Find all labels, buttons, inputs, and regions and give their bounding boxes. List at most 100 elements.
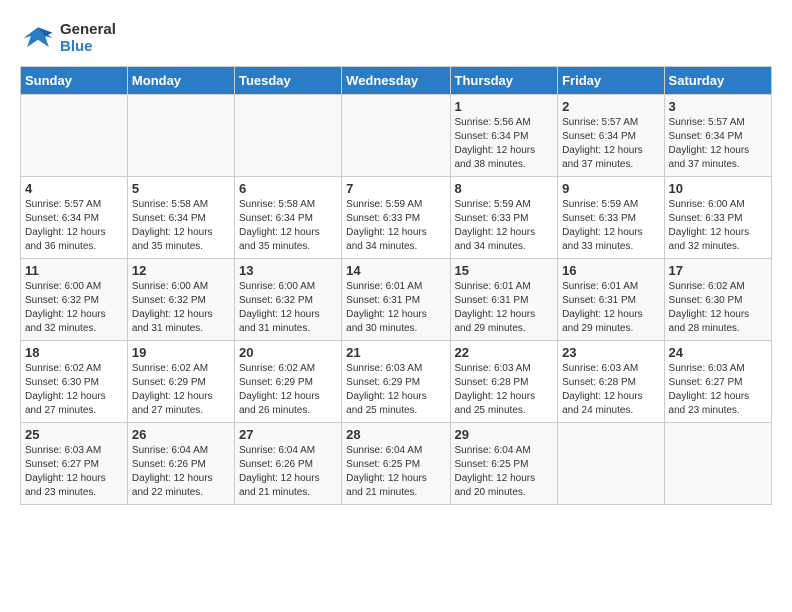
header-friday: Friday <box>558 67 664 95</box>
day-number: 20 <box>239 345 337 360</box>
calendar-day-27: 27 Sunrise: 6:04 AM Sunset: 6:26 PM Dayli… <box>234 423 341 505</box>
day-info: Sunrise: 6:04 AM Sunset: 6:26 PM Dayligh… <box>132 444 230 500</box>
day-info: Sunrise: 5:56 AM Sunset: 6:34 PM Dayligh… <box>455 116 554 172</box>
day-info: Sunrise: 6:00 AM Sunset: 6:32 PM Dayligh… <box>132 280 230 336</box>
day-info: Sunrise: 6:01 AM Sunset: 6:31 PM Dayligh… <box>346 280 445 336</box>
day-info: Sunrise: 5:57 AM Sunset: 6:34 PM Dayligh… <box>562 116 659 172</box>
calendar-week-row: 1 Sunrise: 5:56 AM Sunset: 6:34 PM Daylig… <box>21 95 772 177</box>
calendar-empty-cell <box>342 95 450 177</box>
day-info: Sunrise: 6:04 AM Sunset: 6:25 PM Dayligh… <box>346 444 445 500</box>
day-number: 2 <box>562 99 659 114</box>
calendar-day-25: 25 Sunrise: 6:03 AM Sunset: 6:27 PM Dayli… <box>21 423 128 505</box>
day-number: 7 <box>346 181 445 196</box>
calendar-day-11: 11 Sunrise: 6:00 AM Sunset: 6:32 PM Dayli… <box>21 259 128 341</box>
day-number: 29 <box>455 427 554 442</box>
day-number: 21 <box>346 345 445 360</box>
day-number: 28 <box>346 427 445 442</box>
day-number: 26 <box>132 427 230 442</box>
day-info: Sunrise: 5:57 AM Sunset: 6:34 PM Dayligh… <box>669 116 767 172</box>
day-number: 14 <box>346 263 445 278</box>
day-info: Sunrise: 6:03 AM Sunset: 6:27 PM Dayligh… <box>669 362 767 418</box>
day-info: Sunrise: 6:04 AM Sunset: 6:25 PM Dayligh… <box>455 444 554 500</box>
calendar-week-row: 25 Sunrise: 6:03 AM Sunset: 6:27 PM Dayli… <box>21 423 772 505</box>
day-number: 4 <box>25 181 123 196</box>
calendar-table: SundayMondayTuesdayWednesdayThursdayFrid… <box>20 66 772 505</box>
day-number: 27 <box>239 427 337 442</box>
day-info: Sunrise: 5:59 AM Sunset: 6:33 PM Dayligh… <box>346 198 445 254</box>
calendar-week-row: 18 Sunrise: 6:02 AM Sunset: 6:30 PM Dayli… <box>21 341 772 423</box>
day-number: 24 <box>669 345 767 360</box>
day-number: 25 <box>25 427 123 442</box>
header-tuesday: Tuesday <box>234 67 341 95</box>
day-number: 22 <box>455 345 554 360</box>
day-info: Sunrise: 6:01 AM Sunset: 6:31 PM Dayligh… <box>562 280 659 336</box>
calendar-day-7: 7 Sunrise: 5:59 AM Sunset: 6:33 PM Daylig… <box>342 177 450 259</box>
logo: General Blue <box>20 20 116 56</box>
calendar-empty-cell <box>21 95 128 177</box>
calendar-day-16: 16 Sunrise: 6:01 AM Sunset: 6:31 PM Dayli… <box>558 259 664 341</box>
day-info: Sunrise: 5:58 AM Sunset: 6:34 PM Dayligh… <box>239 198 337 254</box>
day-info: Sunrise: 6:00 AM Sunset: 6:33 PM Dayligh… <box>669 198 767 254</box>
calendar-day-21: 21 Sunrise: 6:03 AM Sunset: 6:29 PM Dayli… <box>342 341 450 423</box>
day-number: 11 <box>25 263 123 278</box>
calendar-day-26: 26 Sunrise: 6:04 AM Sunset: 6:26 PM Dayli… <box>127 423 234 505</box>
day-info: Sunrise: 6:00 AM Sunset: 6:32 PM Dayligh… <box>239 280 337 336</box>
calendar-day-14: 14 Sunrise: 6:01 AM Sunset: 6:31 PM Dayli… <box>342 259 450 341</box>
header-monday: Monday <box>127 67 234 95</box>
calendar-day-22: 22 Sunrise: 6:03 AM Sunset: 6:28 PM Dayli… <box>450 341 558 423</box>
day-info: Sunrise: 6:02 AM Sunset: 6:30 PM Dayligh… <box>25 362 123 418</box>
calendar-day-24: 24 Sunrise: 6:03 AM Sunset: 6:27 PM Dayli… <box>664 341 771 423</box>
logo-text: General Blue <box>60 21 116 55</box>
calendar-day-4: 4 Sunrise: 5:57 AM Sunset: 6:34 PM Daylig… <box>21 177 128 259</box>
calendar-day-19: 19Sunrise: 6:02 AM Sunset: 6:29 PM Dayli… <box>127 341 234 423</box>
day-number: 5 <box>132 181 230 196</box>
day-number: 1 <box>455 99 554 114</box>
header-wednesday: Wednesday <box>342 67 450 95</box>
calendar-empty-cell <box>234 95 341 177</box>
day-info: Sunrise: 5:57 AM Sunset: 6:34 PM Dayligh… <box>25 198 123 254</box>
calendar-day-23: 23Sunrise: 6:03 AM Sunset: 6:28 PM Dayli… <box>558 341 664 423</box>
calendar-empty-cell <box>664 423 771 505</box>
day-number: 6 <box>239 181 337 196</box>
logo-icon <box>20 20 56 56</box>
calendar-day-17: 17 Sunrise: 6:02 AM Sunset: 6:30 PM Dayli… <box>664 259 771 341</box>
day-number: 8 <box>455 181 554 196</box>
calendar-week-row: 4 Sunrise: 5:57 AM Sunset: 6:34 PM Daylig… <box>21 177 772 259</box>
calendar-day-10: 10 Sunrise: 6:00 AM Sunset: 6:33 PM Dayli… <box>664 177 771 259</box>
calendar-day-1: 1 Sunrise: 5:56 AM Sunset: 6:34 PM Daylig… <box>450 95 558 177</box>
calendar-day-5: 5 Sunrise: 5:58 AM Sunset: 6:34 PM Daylig… <box>127 177 234 259</box>
day-info: Sunrise: 6:03 AM Sunset: 6:28 PM Dayligh… <box>562 362 659 418</box>
header-sunday: Sunday <box>21 67 128 95</box>
day-info: Sunrise: 6:03 AM Sunset: 6:27 PM Dayligh… <box>25 444 123 500</box>
day-info: Sunrise: 5:58 AM Sunset: 6:34 PM Dayligh… <box>132 198 230 254</box>
day-number: 10 <box>669 181 767 196</box>
calendar-day-29: 29 Sunrise: 6:04 AM Sunset: 6:25 PM Dayli… <box>450 423 558 505</box>
day-info: Sunrise: 6:00 AM Sunset: 6:32 PM Dayligh… <box>25 280 123 336</box>
day-number: 18 <box>25 345 123 360</box>
calendar-week-row: 11 Sunrise: 6:00 AM Sunset: 6:32 PM Dayli… <box>21 259 772 341</box>
calendar-header-row: SundayMondayTuesdayWednesdayThursdayFrid… <box>21 67 772 95</box>
calendar-day-3: 3 Sunrise: 5:57 AM Sunset: 6:34 PM Daylig… <box>664 95 771 177</box>
calendar-empty-cell <box>558 423 664 505</box>
day-number: 15 <box>455 263 554 278</box>
page-header: General Blue <box>20 20 772 56</box>
calendar-empty-cell <box>127 95 234 177</box>
day-info: Sunrise: 6:04 AM Sunset: 6:26 PM Dayligh… <box>239 444 337 500</box>
calendar-day-2: 2 Sunrise: 5:57 AM Sunset: 6:34 PM Daylig… <box>558 95 664 177</box>
day-number: 3 <box>669 99 767 114</box>
calendar-day-13: 13Sunrise: 6:00 AM Sunset: 6:32 PM Dayli… <box>234 259 341 341</box>
calendar-day-15: 15 Sunrise: 6:01 AM Sunset: 6:31 PM Dayli… <box>450 259 558 341</box>
calendar-day-12: 12Sunrise: 6:00 AM Sunset: 6:32 PM Dayli… <box>127 259 234 341</box>
day-info: Sunrise: 6:02 AM Sunset: 6:30 PM Dayligh… <box>669 280 767 336</box>
calendar-day-8: 8 Sunrise: 5:59 AM Sunset: 6:33 PM Daylig… <box>450 177 558 259</box>
day-number: 16 <box>562 263 659 278</box>
day-info: Sunrise: 6:02 AM Sunset: 6:29 PM Dayligh… <box>132 362 230 418</box>
day-info: Sunrise: 6:03 AM Sunset: 6:29 PM Dayligh… <box>346 362 445 418</box>
day-number: 17 <box>669 263 767 278</box>
calendar-day-9: 9Sunrise: 5:59 AM Sunset: 6:33 PM Daylig… <box>558 177 664 259</box>
day-info: Sunrise: 6:01 AM Sunset: 6:31 PM Dayligh… <box>455 280 554 336</box>
calendar-day-6: 6 Sunrise: 5:58 AM Sunset: 6:34 PM Daylig… <box>234 177 341 259</box>
day-info: Sunrise: 6:03 AM Sunset: 6:28 PM Dayligh… <box>455 362 554 418</box>
day-info: Sunrise: 5:59 AM Sunset: 6:33 PM Dayligh… <box>455 198 554 254</box>
header-thursday: Thursday <box>450 67 558 95</box>
